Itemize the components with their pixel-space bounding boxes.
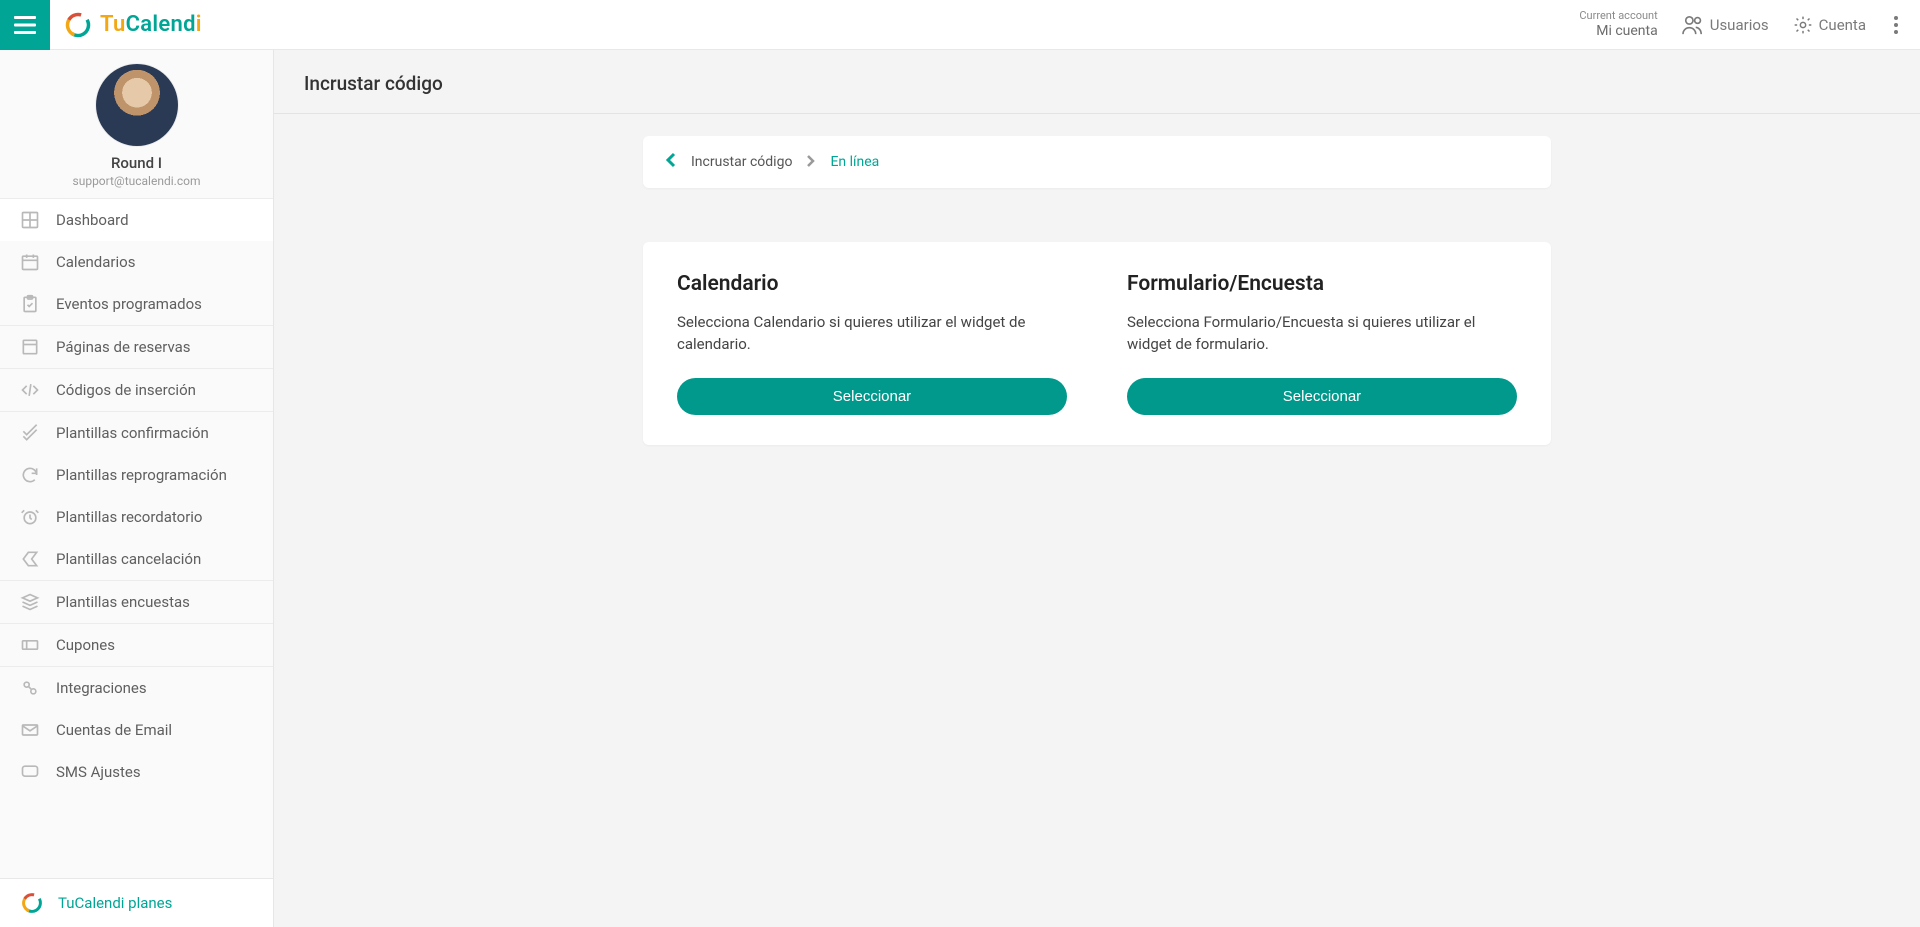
current-account-name: Mi cuenta — [1579, 23, 1657, 39]
page-title: Incrustar código — [304, 72, 1890, 95]
page-title-bar: Incrustar código — [274, 50, 1920, 114]
sidebar-item-label: Plantillas confirmación — [56, 424, 209, 442]
sidebar-item-sms-settings[interactable]: SMS Ajustes — [0, 751, 273, 793]
sidebar-item-reschedule-templates[interactable]: Plantillas reprogramación — [0, 454, 273, 496]
sidebar-item-label: Integraciones — [56, 679, 147, 697]
sidebar-footer[interactable]: TuCalendi planes — [0, 878, 273, 927]
sidebar-item-label: Eventos programados — [56, 295, 202, 313]
sidebar-item-label: Plantillas recordatorio — [56, 508, 203, 526]
sidebar-item-label: SMS Ajustes — [56, 763, 141, 781]
brand-logo-icon — [20, 891, 44, 915]
sidebar-item-booking-pages[interactable]: Páginas de reservas — [0, 326, 273, 368]
dashboard-icon — [20, 210, 40, 230]
topbar: TuCalendi Current account Mi cuenta Usua… — [0, 0, 1920, 50]
sidebar-item-reminder-templates[interactable]: Plantillas recordatorio — [0, 496, 273, 538]
sidebar-nav: Dashboard Calendarios Eventos programado… — [0, 198, 273, 878]
sidebar-item-dashboard[interactable]: Dashboard — [0, 199, 273, 241]
sidebar-item-label: Páginas de reservas — [56, 338, 191, 356]
topbar-right: Current account Mi cuenta Usuarios Cuent… — [1579, 10, 1920, 40]
layers-icon — [20, 592, 40, 612]
breadcrumb-back[interactable] — [665, 152, 677, 172]
profile-email: support@tucalendi.com — [10, 174, 263, 188]
sidebar-item-survey-templates[interactable]: Plantillas encuestas — [0, 581, 273, 623]
sidebar-item-cancellation-templates[interactable]: Plantillas cancelación — [0, 538, 273, 580]
breadcrumb-root[interactable]: Incrustar código — [691, 154, 792, 170]
integrations-icon — [20, 678, 40, 698]
sidebar-item-scheduled-events[interactable]: Eventos programados — [0, 283, 273, 325]
check-icon — [20, 423, 40, 443]
sidebar: Round I support@tucalendi.com Dashboard … — [0, 50, 274, 927]
sidebar-item-integrations[interactable]: Integraciones — [0, 667, 273, 709]
alarm-icon — [20, 507, 40, 527]
users-link[interactable]: Usuarios — [1682, 15, 1769, 35]
breadcrumb-card: Incrustar código En línea — [643, 136, 1551, 188]
content: Incrustar código En línea Calendario Sel… — [274, 114, 1920, 467]
brand-text: TuCalendi — [100, 12, 202, 37]
option-description: Selecciona Formulario/Encuesta si quiere… — [1127, 312, 1517, 356]
breadcrumb-separator — [806, 153, 816, 172]
sidebar-item-label: Dashboard — [56, 211, 129, 229]
option-form-survey: Formulario/Encuesta Selecciona Formulari… — [1127, 272, 1517, 415]
users-label: Usuarios — [1710, 16, 1769, 34]
sidebar-item-calendars[interactable]: Calendarios — [0, 241, 273, 283]
main: Incrustar código Incrustar código En lín… — [274, 50, 1920, 927]
code-icon — [20, 380, 40, 400]
chevron-right-icon — [806, 154, 816, 168]
option-title: Calendario — [677, 272, 1067, 296]
brand-logo-icon — [64, 11, 92, 39]
select-calendar-button[interactable]: Seleccionar — [677, 378, 1067, 415]
current-account[interactable]: Current account Mi cuenta — [1579, 10, 1657, 39]
ticket-icon — [20, 635, 40, 655]
sidebar-item-label: Plantillas reprogramación — [56, 466, 227, 484]
brand[interactable]: TuCalendi — [64, 11, 202, 39]
avatar[interactable] — [96, 64, 178, 146]
sidebar-item-label: Cuentas de Email — [56, 721, 172, 739]
options-card: Calendario Selecciona Calendario si quie… — [643, 242, 1551, 445]
sidebar-item-coupons[interactable]: Cupones — [0, 624, 273, 666]
hamburger-icon — [14, 16, 36, 34]
plans-link[interactable]: TuCalendi planes — [58, 894, 172, 912]
sidebar-item-embed-codes[interactable]: Códigos de inserción — [0, 369, 273, 411]
option-title: Formulario/Encuesta — [1127, 272, 1517, 296]
sidebar-item-label: Calendarios — [56, 253, 135, 271]
hamburger-button[interactable] — [0, 0, 50, 50]
cancel-icon — [20, 549, 40, 569]
chevron-left-icon — [665, 152, 677, 168]
sms-icon — [20, 762, 40, 782]
breadcrumb-current: En línea — [830, 154, 879, 170]
sidebar-item-confirmation-templates[interactable]: Plantillas confirmación — [0, 412, 273, 454]
account-link[interactable]: Cuenta — [1793, 15, 1866, 35]
page-icon — [20, 337, 40, 357]
profile-name: Round I — [10, 154, 263, 172]
account-label: Cuenta — [1819, 16, 1866, 34]
mail-icon — [20, 720, 40, 740]
option-description: Selecciona Calendario si quieres utiliza… — [677, 312, 1067, 356]
users-icon — [1682, 15, 1704, 35]
profile-block: Round I support@tucalendi.com — [0, 50, 273, 198]
sidebar-item-email-accounts[interactable]: Cuentas de Email — [0, 709, 273, 751]
sidebar-item-label: Códigos de inserción — [56, 381, 196, 399]
select-form-button[interactable]: Seleccionar — [1127, 378, 1517, 415]
more-menu[interactable] — [1890, 10, 1902, 40]
sidebar-item-label: Plantillas cancelación — [56, 550, 201, 568]
refresh-icon — [20, 465, 40, 485]
gear-icon — [1793, 15, 1813, 35]
sidebar-item-label: Cupones — [56, 636, 115, 654]
sidebar-item-label: Plantillas encuestas — [56, 593, 190, 611]
option-calendar: Calendario Selecciona Calendario si quie… — [677, 272, 1067, 415]
current-account-label: Current account — [1579, 10, 1657, 23]
clipboard-icon — [20, 294, 40, 314]
calendar-icon — [20, 252, 40, 272]
